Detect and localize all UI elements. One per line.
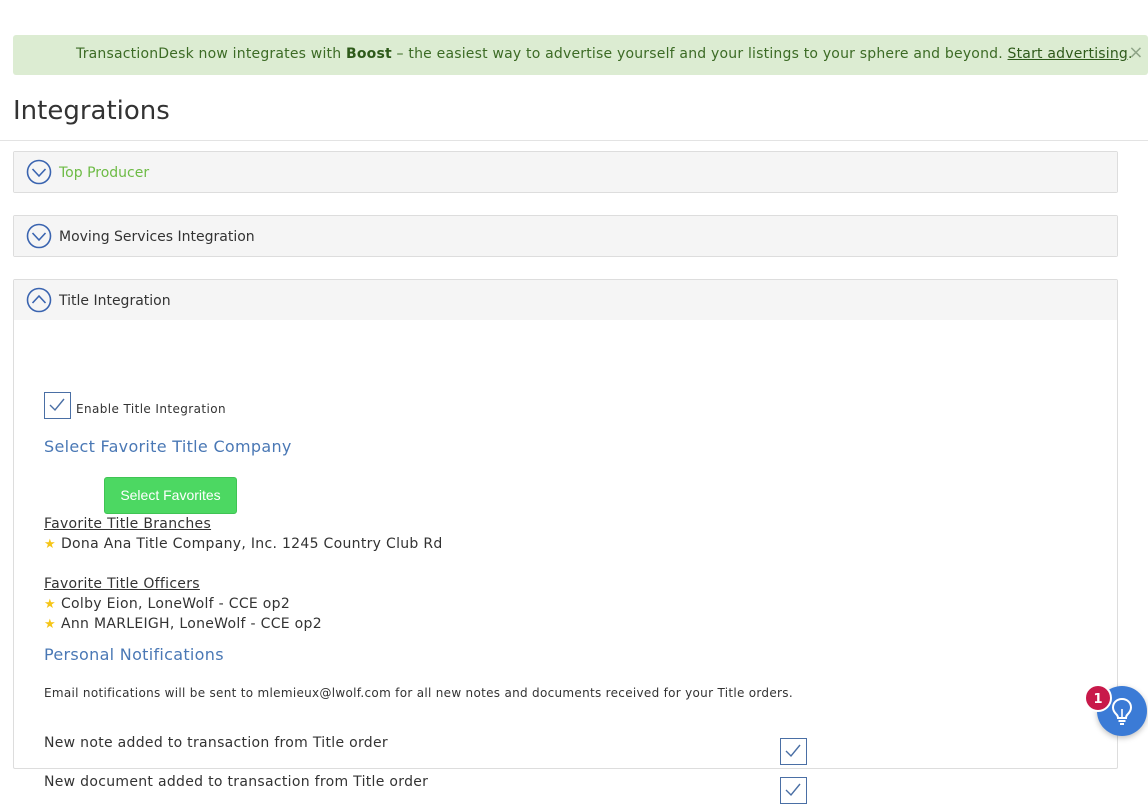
notification-badge: 1	[1084, 684, 1112, 712]
favorite-branch-label: Dona Ana Title Company, Inc. 1245 Countr…	[60, 536, 443, 552]
chevron-up-icon[interactable]	[26, 287, 52, 313]
panel-header-title-integration[interactable]: Title Integration	[14, 280, 1117, 320]
favorite-title-officers-heading: Favorite Title Officers	[44, 576, 200, 592]
panel-body-title-integration: Enable Title Integration Select Favorite…	[14, 320, 1117, 804]
favorite-branch-item: ★ Dona Ana Title Company, Inc. 1245 Count…	[44, 536, 443, 552]
panel-title-top-producer[interactable]: Top Producer	[59, 165, 149, 181]
favorite-officer-item: ★ Colby Eion, LoneWolf - CCE op2	[44, 596, 290, 612]
panel-title-title-integration[interactable]: Title Integration	[59, 293, 171, 309]
select-favorite-title-company-heading: Select Favorite Title Company	[44, 437, 292, 456]
select-favorites-button[interactable]: Select Favorites	[104, 477, 237, 514]
banner-middle: – the easiest way to advertise yourself …	[391, 46, 1008, 62]
new-note-notification-checkbox[interactable]	[780, 738, 807, 765]
banner-brand: Boost	[345, 46, 392, 62]
star-icon: ★	[44, 597, 56, 612]
chevron-down-icon[interactable]	[26, 159, 52, 185]
enable-title-integration-label: Enable Title Integration	[76, 402, 226, 416]
panel-moving-services: Moving Services Integration	[13, 215, 1118, 257]
favorite-title-branches-heading: Favorite Title Branches	[44, 516, 212, 532]
notifications-description: Email notifications will be sent to mlem…	[44, 686, 793, 700]
lightbulb-icon	[1111, 697, 1133, 725]
notification-option-label: New document added to transaction from T…	[44, 774, 429, 790]
star-icon: ★	[44, 537, 56, 552]
panel-title-integration: Title Integration Enable Title Integrati…	[13, 279, 1118, 804]
close-icon[interactable]: ×	[1128, 44, 1144, 62]
new-document-notification-checkbox[interactable]	[780, 777, 807, 804]
personal-notifications-heading: Personal Notifications	[44, 645, 224, 664]
announcement-banner: TransactionDesk now integrates with Boos…	[13, 35, 1148, 75]
favorite-officer-label: Ann MARLEIGH, LoneWolf - CCE op2	[60, 616, 322, 632]
checkmark-icon	[785, 783, 801, 797]
panel-header-moving-services[interactable]: Moving Services Integration	[14, 216, 1117, 256]
panel-header-top-producer[interactable]: Top Producer	[14, 152, 1117, 192]
panel-title-moving-services[interactable]: Moving Services Integration	[59, 229, 255, 245]
banner-prefix: TransactionDesk now integrates with	[76, 46, 346, 62]
notification-option-label: New note added to transaction from Title…	[44, 735, 388, 751]
checkmark-icon	[785, 744, 801, 758]
start-advertising-link[interactable]: Start advertising	[1008, 46, 1129, 62]
panel-top-producer: Top Producer	[13, 151, 1118, 193]
title-divider	[0, 140, 1148, 141]
enable-title-integration-checkbox[interactable]	[44, 392, 71, 419]
star-icon: ★	[44, 617, 56, 632]
page-title: Integrations	[13, 96, 170, 126]
banner-text: TransactionDesk now integrates with Boos…	[76, 46, 1133, 62]
favorite-officer-item: ★ Ann MARLEIGH, LoneWolf - CCE op2	[44, 616, 322, 632]
favorite-officer-label: Colby Eion, LoneWolf - CCE op2	[60, 596, 291, 612]
chevron-down-icon[interactable]	[26, 223, 52, 249]
checkmark-icon	[49, 398, 65, 412]
